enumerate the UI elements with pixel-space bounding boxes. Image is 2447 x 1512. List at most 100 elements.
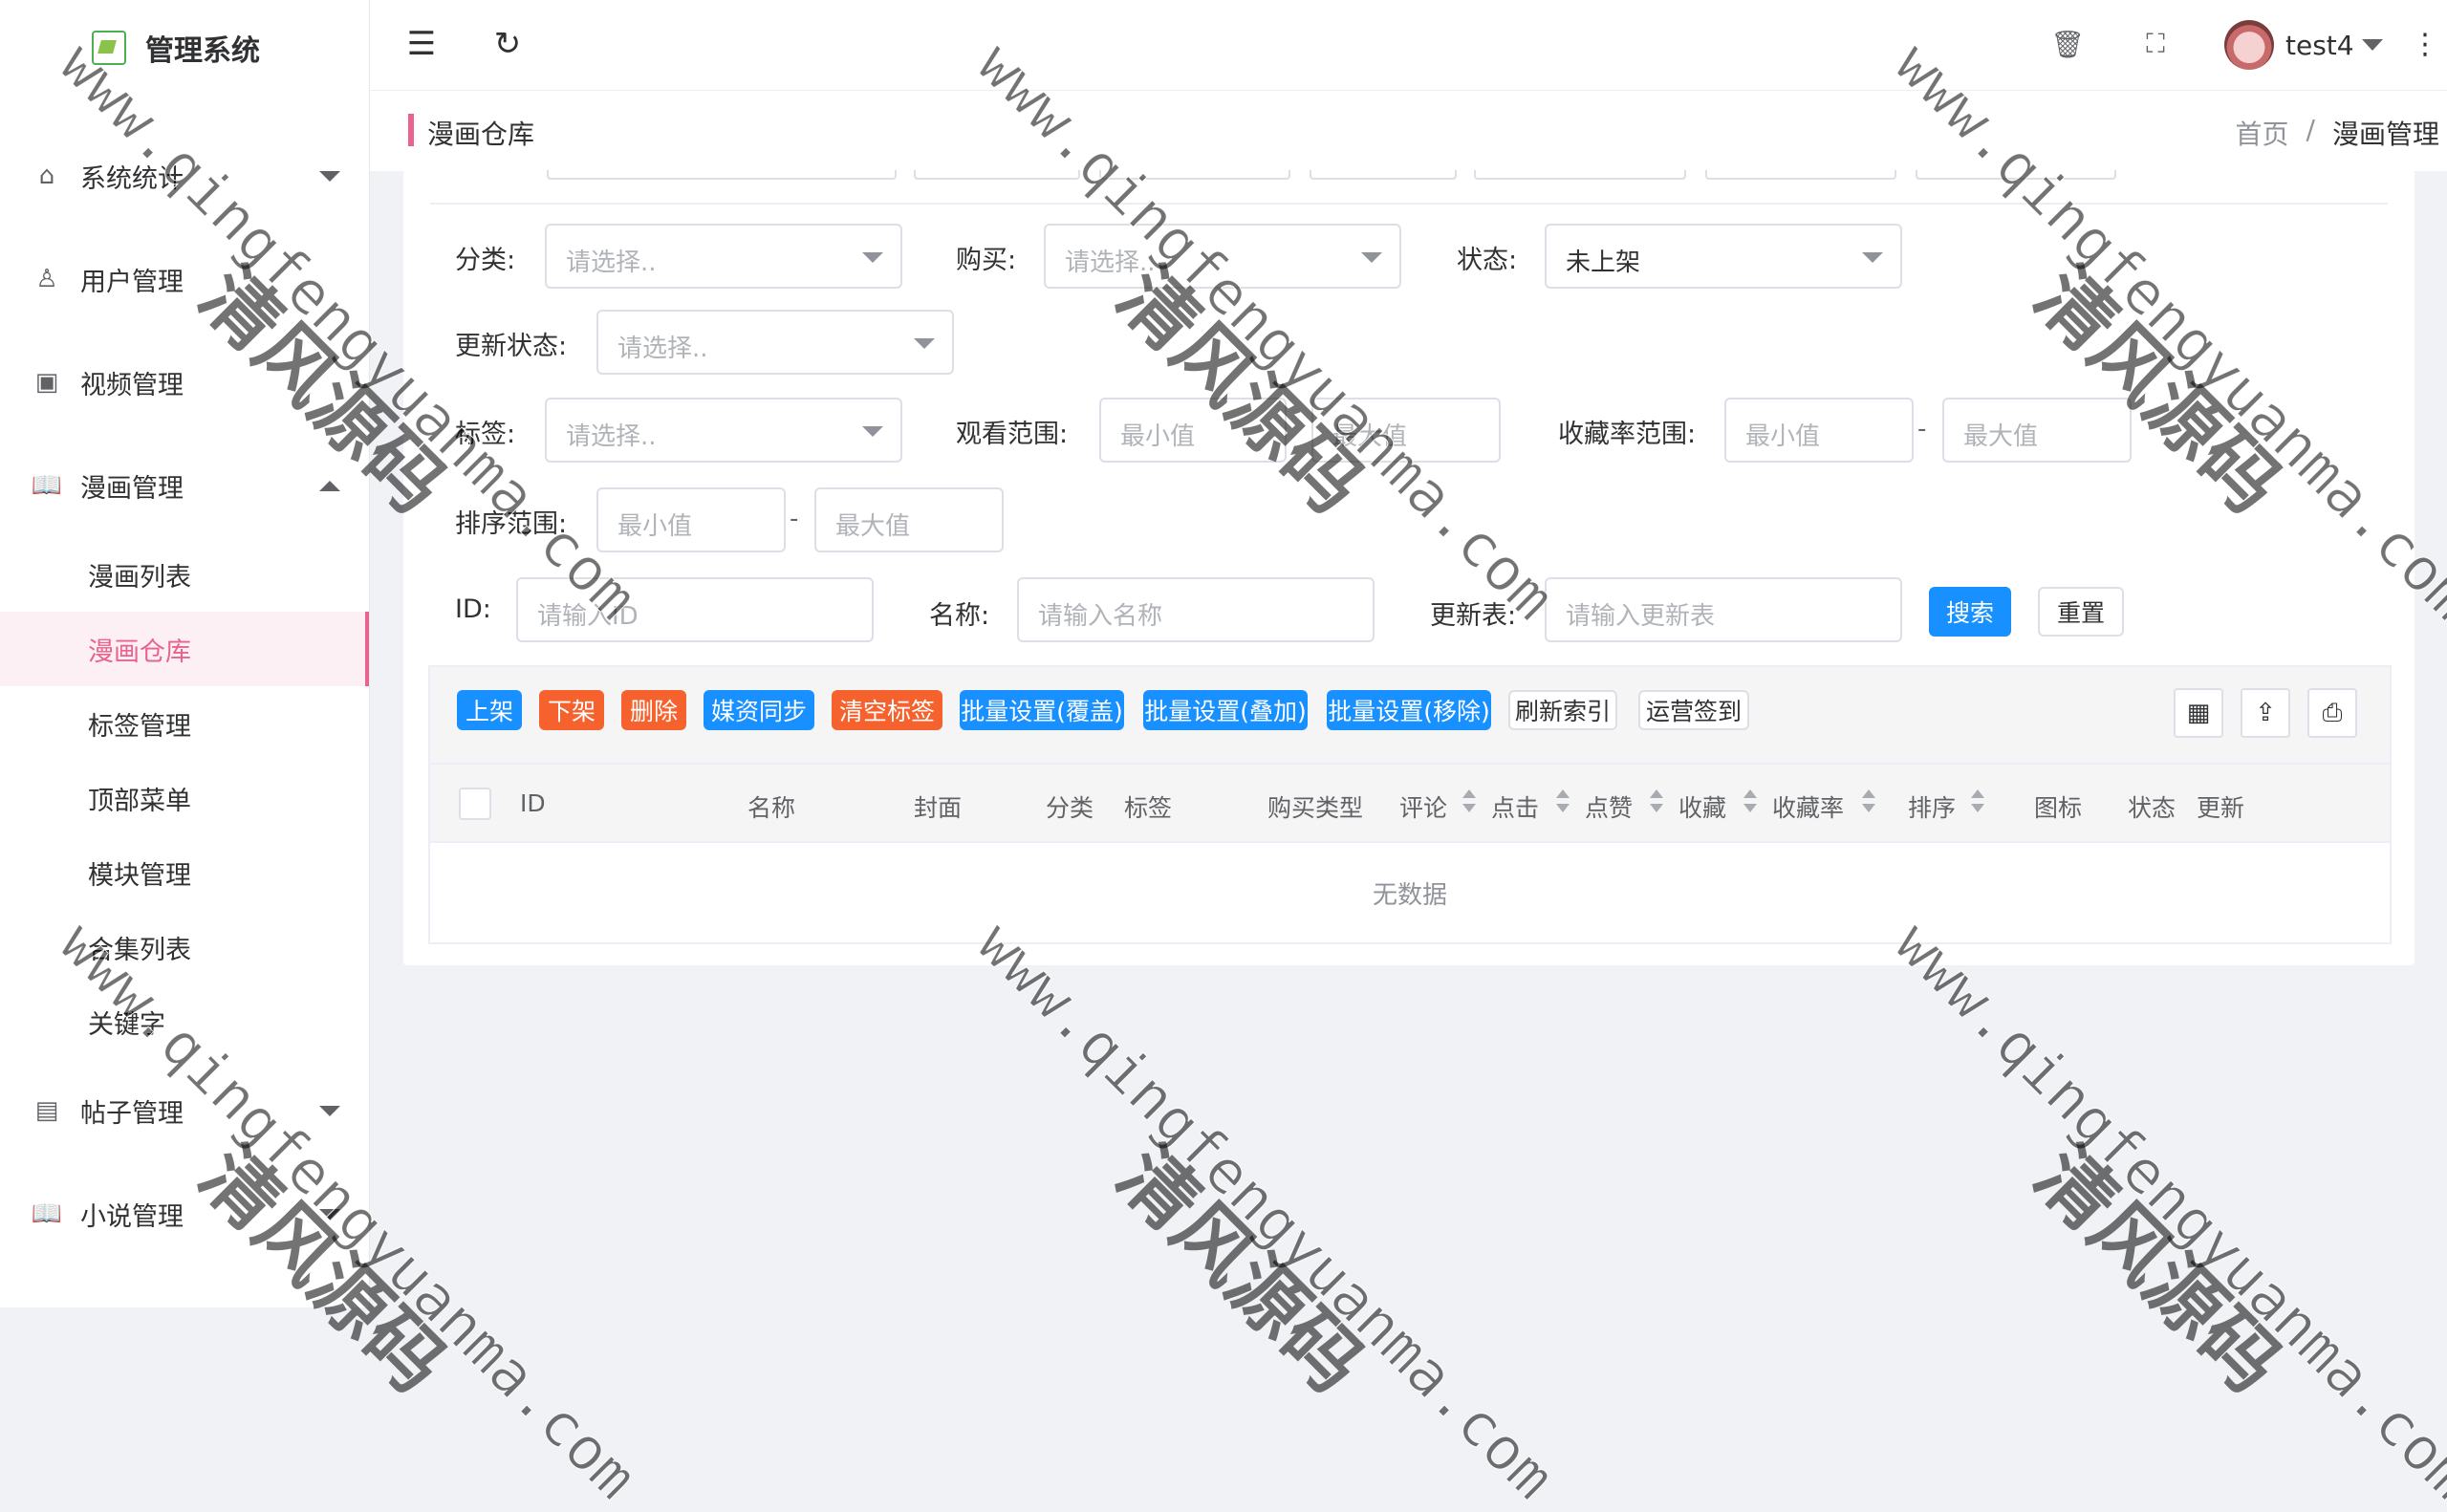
sidebar-item-label: 用户管理 [80,267,184,297]
name-placeholder: 请输入名称 [1038,602,1163,631]
category-label: 分类: [455,246,516,275]
sort-icon[interactable] [1971,788,1984,816]
more-vertical-icon[interactable]: ⋮ [2406,25,2444,63]
chevron-down-icon [319,1208,340,1220]
col-header-likes[interactable]: 点赞 [1585,789,1633,824]
col-header-sort[interactable]: 排序 [1908,789,1956,824]
purchase-placeholder: 请选择.. [1065,248,1156,277]
sort-range-min-input[interactable]: 最小值 [596,487,786,552]
sort-icon[interactable] [1556,788,1570,816]
sidebar-item-comic-warehouse[interactable]: 漫画仓库 [0,612,369,686]
sidebar-item-keywords[interactable]: 关键字 [0,984,369,1059]
col-header-status: 状态 [2128,794,2176,822]
shelve-button[interactable]: 上架 [457,690,522,730]
sort-icon[interactable] [1650,788,1663,816]
avatar [2224,20,2274,70]
home-icon: ⌂ [38,162,55,190]
sidebar-item-tag-management[interactable]: 标签管理 [0,686,369,761]
fav-rate-max-input[interactable]: 最大值 [1942,398,2132,463]
view-range-min-input[interactable]: 最小值 [1099,398,1287,463]
page-header: 漫画仓库 首页 / 漫画管理 [370,90,2447,171]
fav-rate-min-placeholder: 最小值 [1745,422,1821,451]
category-select[interactable]: 请选择.. [545,224,902,289]
fav-rate-min-input[interactable]: 最小值 [1724,398,1914,463]
table-toolbar: 上架 下架 删除 媒资同步 清空标签 批量设置(覆盖) 批量设置(叠加) 批量设… [430,667,2390,763]
status-select[interactable]: 未上架 [1545,224,1902,289]
print-icon[interactable]: ⎙ [2307,688,2357,738]
update-status-select[interactable]: 请选择.. [596,310,954,375]
batch-remove-button[interactable]: 批量设置(移除) [1327,690,1491,730]
watermark-cn: 清风源码 [1100,1130,1380,1410]
app-title: 管理系统 [145,34,260,68]
clear-tags-button[interactable]: 清空标签 [832,690,942,730]
sidebar-item-label: 关键字 [88,1009,165,1040]
range-dash: - [790,505,799,533]
breadcrumb: 首页 / 漫画管理 [2236,114,2439,152]
view-range-max-input[interactable]: 最大值 [1311,398,1501,463]
fullscreen-icon[interactable]: ⛶ [2136,25,2175,63]
delete-button[interactable]: 删除 [621,690,686,730]
name-input[interactable]: 请输入名称 [1017,577,1375,642]
sidebar-item-users[interactable]: ♙ 用户管理 [0,227,369,331]
sidebar-item-posts[interactable]: ▤ 帖子管理 [0,1059,369,1162]
trash-icon[interactable]: 🗑 [2048,25,2087,63]
sidebar-item-label: 系统统计 [80,163,184,194]
sidebar-item-top-menu[interactable]: 顶部菜单 [0,761,369,835]
batch-append-button[interactable]: 批量设置(叠加) [1143,690,1308,730]
update-table-placeholder: 请输入更新表 [1566,602,1716,631]
sort-icon[interactable] [1862,788,1875,816]
purchase-select[interactable]: 请选择.. [1044,224,1401,289]
breadcrumb-home[interactable]: 首页 [2236,114,2289,152]
sidebar-item-comics[interactable]: 📖 漫画管理 [0,434,369,537]
col-header-fav-rate[interactable]: 收藏率 [1772,789,1844,824]
sidebar-item-label: 顶部菜单 [88,786,191,816]
sidebar-item-videos[interactable]: ▣ 视频管理 [0,331,369,434]
reset-button[interactable]: 重置 [2038,587,2124,637]
col-header-favorites[interactable]: 收藏 [1678,789,1726,824]
sort-icon[interactable] [1462,788,1476,816]
col-header-id[interactable]: ID [520,789,546,817]
select-all-checkbox[interactable] [459,788,491,820]
chevron-down-icon [862,252,883,263]
col-header-icon: 图标 [2034,794,2083,822]
col-header-name: 名称 [747,794,796,822]
view-range-min-placeholder: 最小值 [1120,422,1196,451]
col-header-clicks[interactable]: 点击 [1491,789,1539,824]
search-button[interactable]: 搜索 [1929,587,2011,637]
tags-select[interactable]: 请选择.. [545,398,902,463]
sort-icon[interactable] [1743,788,1757,816]
sort-range-max-input[interactable]: 最大值 [814,487,1004,552]
sidebar-item-collection-list[interactable]: 合集列表 [0,910,369,984]
sidebar-item-system-stats[interactable]: ⌂ 系统统计 [0,124,369,227]
chevron-down-icon [1361,252,1382,263]
sort-range-label: 排序范围: [455,509,568,539]
update-table-input[interactable]: 请输入更新表 [1545,577,1902,642]
sidebar-item-comic-list[interactable]: 漫画列表 [0,537,369,612]
export-icon[interactable]: ⇪ [2241,688,2290,738]
sidebar-item-label: 视频管理 [80,370,184,400]
status-label: 状态: [1457,246,1518,275]
refresh-index-button[interactable]: 刷新索引 [1508,690,1617,730]
category-placeholder: 请选择.. [566,248,657,277]
media-sync-button[interactable]: 媒资同步 [704,690,814,730]
refresh-icon[interactable]: ↻ [488,25,527,63]
ops-signin-button[interactable]: 运营签到 [1638,690,1749,730]
sidebar-item-label: 漫画列表 [88,562,191,593]
username: test4 [2285,29,2354,61]
batch-overwrite-button[interactable]: 批量设置(覆盖) [960,690,1124,730]
table-empty-text: 无数据 [1372,880,1447,910]
app-logo[interactable]: 管理系统 [92,21,260,75]
main-card: 分类: 请选择.. 购买: 请选择.. 状态: 未上架 更新状态: 请选择.. … [403,170,2415,965]
collapse-menu-icon[interactable]: ☰ [402,25,441,63]
sidebar-item-label: 帖子管理 [80,1098,184,1129]
sidebar-item-novels[interactable]: 📖 小说管理 [0,1162,369,1265]
user-menu[interactable]: test4 [2224,20,2383,70]
unshelve-button[interactable]: 下架 [539,690,604,730]
scrolled-input [1705,170,1896,180]
col-header-comments[interactable]: 评论 [1399,789,1447,824]
columns-grid-icon[interactable]: ▦ [2174,688,2223,738]
logo-icon [92,31,126,65]
sidebar-item-label: 合集列表 [88,935,191,965]
id-input[interactable]: 请输入ID [516,577,874,642]
sidebar-item-module-management[interactable]: 模块管理 [0,835,369,910]
